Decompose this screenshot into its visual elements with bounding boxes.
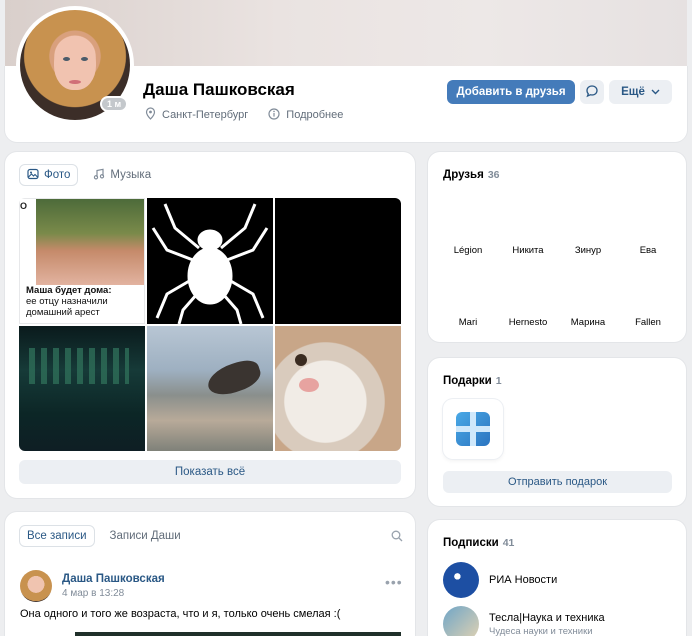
friend-item[interactable]: Hernesto — [498, 264, 558, 336]
tab-photos[interactable]: Фото — [19, 164, 79, 186]
friends-count: 36 — [487, 169, 500, 181]
tab-owner-posts[interactable]: Записи Даши — [103, 525, 188, 547]
gifts-count: 1 — [495, 375, 502, 387]
profile-meta: Санкт-Петербург Подробнее — [145, 107, 343, 123]
post-date[interactable]: 4 мар в 13:28 — [62, 588, 124, 599]
music-note-icon — [93, 168, 105, 183]
photo-thumbnail[interactable]: О Маша будет дома: ее отцу назначили дом… — [19, 198, 145, 324]
show-all-photos-button[interactable]: Показать всё — [19, 460, 401, 484]
location-pin-icon — [145, 107, 156, 123]
post-author-avatar[interactable] — [20, 570, 52, 602]
add-friend-button[interactable]: Добавить в друзья — [447, 80, 575, 104]
post-text: Она одного и того же возраста, что и я, … — [20, 608, 341, 620]
photo-icon — [27, 168, 39, 183]
photo-thumbnail[interactable] — [19, 326, 145, 451]
wall-posts-card: Все записи Записи Даши Даша Пашковская 4… — [5, 512, 415, 636]
post-image[interactable] — [75, 632, 401, 636]
photo-thumbnail[interactable] — [147, 326, 273, 451]
community-name: Тесла|Наука и техника — [489, 611, 605, 624]
message-button[interactable] — [580, 80, 604, 104]
subscriptions-card: Подписки 41 РИА Новости Тесла|Наука и тех… — [428, 520, 686, 636]
photos-card: Фото Музыка О Маша будет дома: ее отцу н… — [5, 152, 415, 498]
friend-item[interactable]: Никита — [498, 192, 558, 264]
gift-box-icon — [456, 412, 490, 446]
gifts-card: Подарки 1 Отправить подарок — [428, 358, 686, 506]
subscriptions-count: 41 — [502, 537, 515, 549]
search-icon[interactable] — [391, 530, 403, 545]
community-name: РИА Новости — [489, 574, 558, 586]
tab-music-label: Музыка — [110, 169, 152, 181]
subscription-item[interactable]: РИА Новости — [443, 562, 557, 598]
more-info-link[interactable]: Подробнее — [286, 109, 343, 121]
friends-card: Друзья 36 Légion Никита Зинур Ева Mari He… — [428, 152, 686, 342]
online-badge: 1 м — [100, 96, 129, 112]
friends-grid: Légion Никита Зинур Ева Mari Hernesto Ма… — [438, 192, 678, 337]
tab-all-posts[interactable]: Все записи — [19, 525, 95, 547]
gift-item[interactable] — [443, 399, 503, 459]
spider-image — [151, 203, 269, 324]
send-gift-button[interactable]: Отправить подарок — [443, 471, 672, 493]
photo-thumbnail[interactable] — [275, 326, 401, 451]
news-caption: Маша будет дома: ее отцу назначили домаш… — [26, 285, 112, 318]
friend-item[interactable]: Légion — [438, 192, 498, 264]
post-author-name[interactable]: Даша Пашковская — [62, 573, 165, 585]
friend-item[interactable]: Марина — [558, 264, 618, 336]
chevron-down-icon — [651, 86, 660, 98]
message-bubble-icon — [585, 84, 599, 101]
more-dropdown-button[interactable]: Ещё — [609, 80, 672, 104]
tab-music[interactable]: Музыка — [86, 164, 158, 186]
community-avatar — [443, 562, 479, 598]
friend-item[interactable]: Ева — [618, 192, 678, 264]
news-logo: О — [20, 201, 28, 211]
community-avatar — [443, 606, 479, 636]
gifts-title[interactable]: Подарки 1 — [443, 375, 502, 387]
community-description: Чудеса науки и техники — [489, 625, 593, 636]
info-icon — [268, 107, 280, 123]
friend-item[interactable]: Mari — [438, 264, 498, 336]
friend-item[interactable]: Зинур — [558, 192, 618, 264]
friends-title[interactable]: Друзья 36 — [443, 169, 500, 181]
more-dots-icon[interactable]: ••• — [385, 574, 403, 590]
more-label: Ещё — [621, 86, 645, 98]
profile-name: Даша Пашковская — [143, 80, 295, 99]
photo-grid: О Маша будет дома: ее отцу назначили дом… — [19, 198, 401, 451]
friend-item[interactable]: Fallen — [618, 264, 678, 336]
posts-tabs: Все записи Записи Даши — [19, 525, 188, 547]
subscription-item[interactable]: Тесла|Наука и техника Чудеса науки и тех… — [443, 606, 605, 636]
profile-city[interactable]: Санкт-Петербург — [162, 109, 248, 121]
photo-thumbnail[interactable] — [275, 198, 401, 324]
subscriptions-title[interactable]: Подписки 41 — [443, 537, 514, 549]
photo-thumbnail[interactable] — [147, 198, 273, 324]
photos-tabs: Фото Музыка — [19, 164, 158, 186]
tab-photos-label: Фото — [44, 169, 71, 181]
